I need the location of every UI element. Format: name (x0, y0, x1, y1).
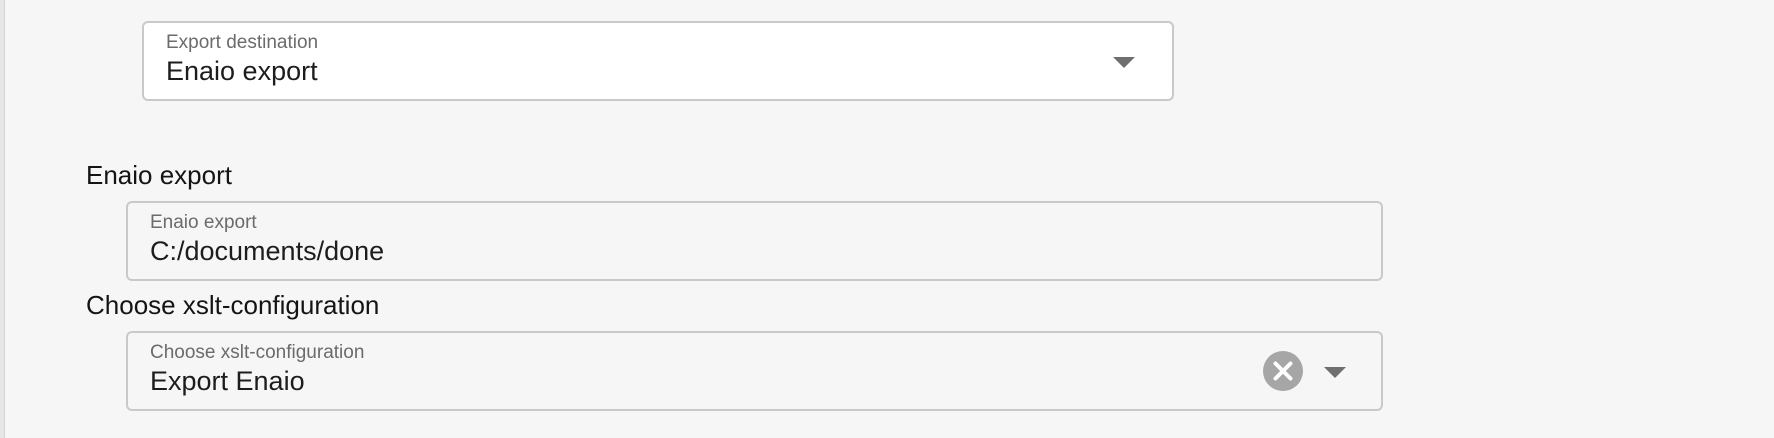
xslt-configuration-heading: Choose xslt-configuration (86, 290, 380, 320)
xslt-configuration-field-label: Choose xslt-configuration (150, 342, 365, 363)
chevron-down-icon[interactable] (1113, 57, 1135, 68)
xslt-configuration-value: Export Enaio (150, 366, 305, 396)
export-destination-select[interactable]: Export destination Enaio export (142, 21, 1174, 101)
enaio-export-field-label: Enaio export (150, 212, 257, 233)
clear-icon[interactable] (1263, 351, 1303, 391)
enaio-export-field[interactable]: Enaio export C:/documents/done (126, 201, 1383, 281)
enaio-export-heading: Enaio export (86, 160, 232, 190)
enaio-export-path-value: C:/documents/done (150, 236, 385, 266)
chevron-down-icon[interactable] (1324, 367, 1346, 378)
xslt-configuration-select[interactable]: Choose xslt-configuration Export Enaio (126, 331, 1383, 411)
export-destination-label: Export destination (166, 32, 319, 53)
export-destination-value: Enaio export (166, 56, 318, 86)
clear-x-glyph (1273, 361, 1293, 381)
left-panel-border (0, 0, 5, 438)
